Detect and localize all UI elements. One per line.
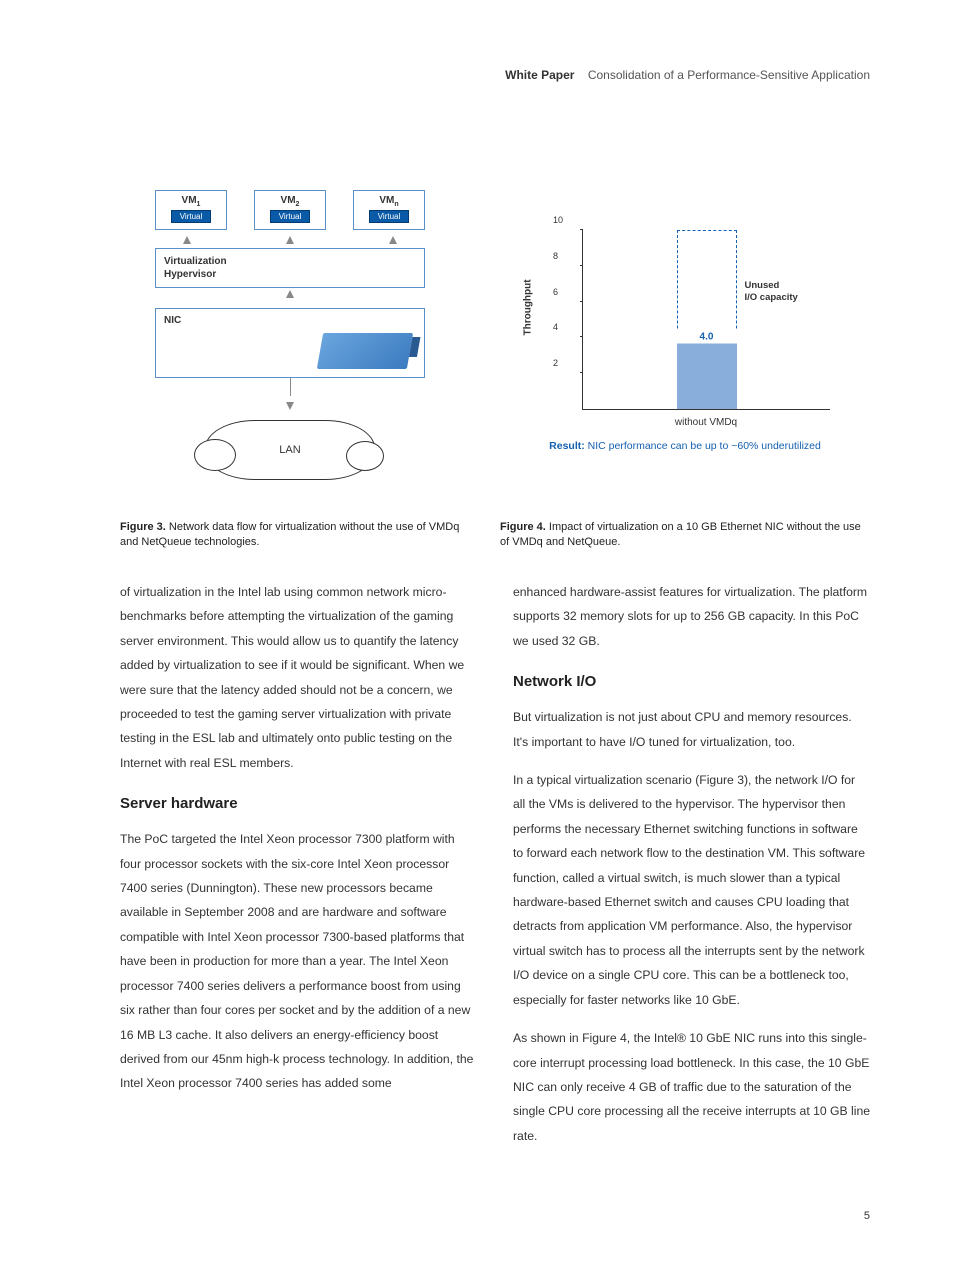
figure3-column: VM1 Virtual VM2 Virtual VMn Virtual Virt… — [120, 190, 460, 480]
body-paragraph: In a typical virtualization scenario (Fi… — [513, 768, 870, 1012]
y-tick: 4 — [553, 322, 558, 332]
header-title: Consolidation of a Performance-Sensitive… — [588, 68, 870, 82]
vm-box-1: VM1 Virtual — [155, 190, 227, 230]
body-paragraph: enhanced hardware-assist features for vi… — [513, 580, 870, 653]
caption-row: Figure 3. Network data flow for virtuali… — [120, 502, 870, 550]
page-number: 5 — [864, 1210, 870, 1222]
vm-box-2: VM2 Virtual — [254, 190, 326, 230]
lan-label: LAN — [275, 444, 304, 456]
vm-row: VM1 Virtual VM2 Virtual VMn Virtual — [155, 190, 425, 230]
right-column: enhanced hardware-assist features for vi… — [513, 580, 870, 1162]
vm-box-n: VMn Virtual — [353, 190, 425, 230]
caption-bold: Figure 3. — [120, 521, 166, 533]
result-bold: Result: — [549, 440, 585, 452]
body-paragraph: of virtualization in the Intel lab using… — [120, 580, 477, 775]
virtual-label: Virtual — [171, 210, 212, 223]
tick-mark — [580, 301, 583, 302]
arrow-up-icon — [183, 236, 191, 244]
figure4-chart: Throughput 2 4 6 8 10 4.0 Unused — [540, 230, 830, 450]
bar-value-label: 4.0 — [677, 331, 737, 344]
vm-sub: 2 — [296, 201, 300, 208]
hypervisor-line1: Virtualization — [164, 256, 227, 267]
bar-container: 4.0 — [677, 230, 737, 409]
body-paragraph: As shown in Figure 4, the Intel® 10 GbE … — [513, 1026, 870, 1148]
figure4-caption: Figure 4. Impact of virtualization on a … — [500, 520, 870, 550]
section-heading-network-io: Network I/O — [513, 667, 870, 697]
arrow-up-icon — [286, 236, 294, 244]
chart-ylabel: Throughput — [523, 279, 534, 335]
bar-used — [677, 337, 737, 409]
result-text: NIC performance can be up to ~60% underu… — [585, 440, 821, 452]
unused-capacity-label: Unused I/O capacity — [745, 280, 798, 303]
body-paragraph: The PoC targeted the Intel Xeon processo… — [120, 827, 477, 1095]
vm-label: VM — [379, 195, 394, 206]
nic-card-icon — [317, 333, 413, 369]
figure4-column: Throughput 2 4 6 8 10 4.0 Unused — [500, 190, 870, 480]
tick-mark — [580, 336, 583, 337]
nic-box: NIC — [155, 308, 425, 378]
header-category: White Paper — [505, 68, 574, 82]
chart-result-text: Result: NIC performance can be up to ~60… — [540, 440, 830, 454]
left-column: of virtualization in the Intel lab using… — [120, 580, 477, 1162]
vm-sub: n — [394, 201, 398, 208]
caption-bold: Figure 4. — [500, 521, 546, 533]
unused-line2: I/O capacity — [745, 292, 798, 303]
nic-label: NIC — [164, 315, 181, 326]
caption-text: Network data flow for virtualization wit… — [120, 521, 459, 548]
arrow-down-icon — [286, 402, 294, 410]
arrow-up-icon — [286, 290, 294, 298]
figures-row: VM1 Virtual VM2 Virtual VMn Virtual Virt… — [120, 190, 870, 480]
caption-text: Impact of virtualization on a 10 GB Ethe… — [500, 521, 861, 548]
arrow-row — [155, 236, 425, 244]
chart-plot-area: 2 4 6 8 10 4.0 Unused I/O capacity — [582, 230, 830, 410]
hypervisor-line2: Hypervisor — [164, 269, 216, 280]
vm-sub: 1 — [197, 201, 201, 208]
vm-label: VM — [281, 195, 296, 206]
lan-cloud: LAN — [205, 420, 375, 480]
unused-line1: Unused — [745, 280, 780, 291]
figure3-diagram: VM1 Virtual VM2 Virtual VMn Virtual Virt… — [155, 190, 425, 480]
virtual-label: Virtual — [369, 210, 410, 223]
y-tick: 10 — [553, 215, 563, 225]
arrow-line — [290, 378, 291, 396]
tick-mark — [580, 265, 583, 266]
arrow-up-icon — [389, 236, 397, 244]
tick-mark — [580, 229, 583, 230]
virtual-label: Virtual — [270, 210, 311, 223]
tick-mark — [580, 372, 583, 373]
section-heading-server-hardware: Server hardware — [120, 789, 477, 819]
y-tick: 8 — [553, 251, 558, 261]
figure3-caption: Figure 3. Network data flow for virtuali… — [120, 520, 470, 550]
chart-xlabel: without VMDq — [582, 417, 830, 428]
page-header: White Paper Consolidation of a Performan… — [505, 68, 870, 82]
body-paragraph: But virtualization is not just about CPU… — [513, 705, 870, 754]
hypervisor-box: Virtualization Hypervisor — [155, 248, 425, 288]
y-tick: 2 — [553, 358, 558, 368]
vm-label: VM — [182, 195, 197, 206]
body-columns: of virtualization in the Intel lab using… — [120, 580, 870, 1162]
y-tick: 6 — [553, 287, 558, 297]
